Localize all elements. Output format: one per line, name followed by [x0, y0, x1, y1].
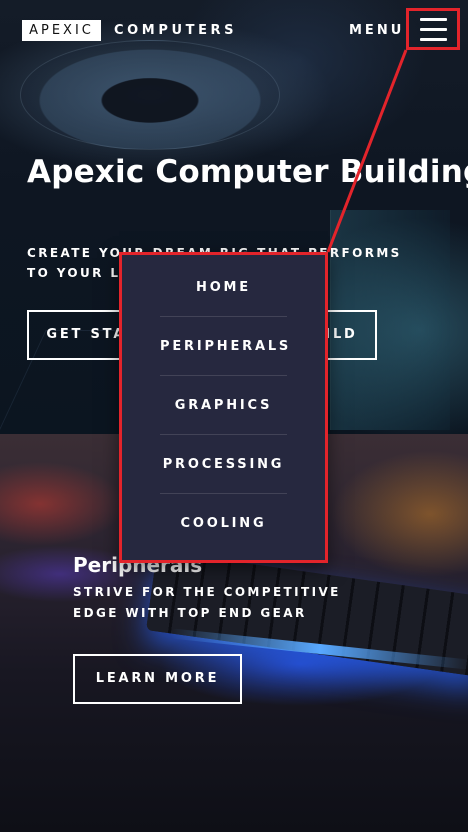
hamburger-bar — [419, 27, 447, 31]
menu-list: HOME PERIPHERALS GRAPHICS PROCESSING COO… — [122, 255, 325, 553]
hamburger-bar — [419, 37, 447, 41]
hero-background-disc — [20, 40, 280, 150]
menu-item-graphics[interactable]: GRAPHICS — [160, 376, 287, 435]
logo-text[interactable]: COMPUTERS — [114, 20, 237, 41]
menu-item-processing[interactable]: PROCESSING — [160, 435, 287, 494]
menu-item-peripherals[interactable]: PERIPHERALS — [160, 317, 288, 376]
hamburger-icon[interactable] — [406, 8, 460, 50]
menu-label[interactable]: MENU — [349, 20, 404, 41]
hero-title: Apexic Computer Building — [27, 154, 468, 190]
peripherals-subtitle: STRIVE FOR THE COMPETITIVE EDGE WITH TOP… — [73, 585, 341, 620]
dropdown-menu: HOME PERIPHERALS GRAPHICS PROCESSING COO… — [119, 252, 328, 563]
logo-box[interactable]: APEXIC — [22, 20, 101, 41]
learn-more-button[interactable]: LEARN MORE — [73, 654, 242, 704]
hamburger-bar — [419, 17, 447, 21]
menu-item-home[interactable]: HOME — [160, 258, 287, 317]
menu-item-cooling[interactable]: COOLING — [160, 494, 287, 553]
